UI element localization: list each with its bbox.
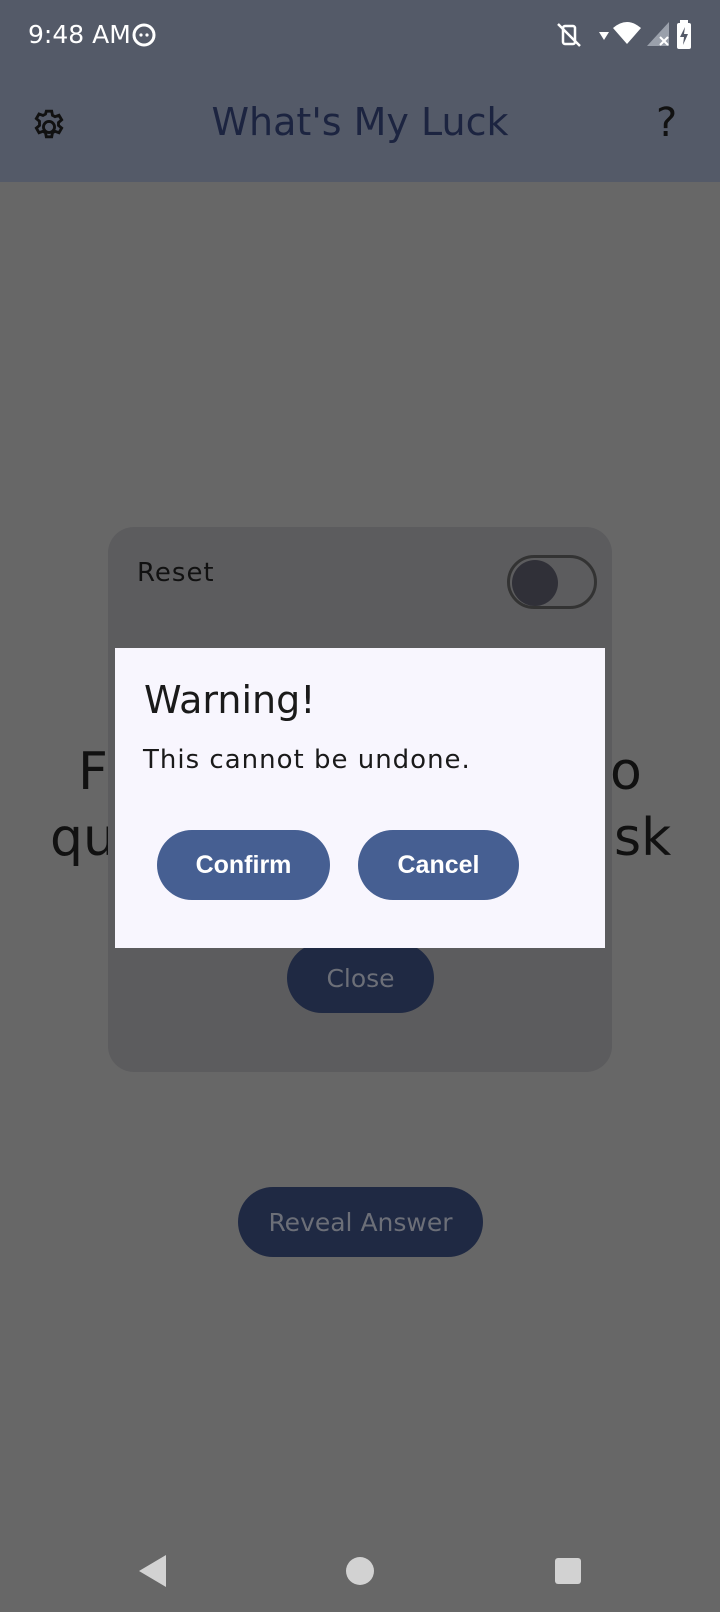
close-button[interactable]: Close <box>287 943 434 1013</box>
question-text-fragment: F <box>78 742 108 802</box>
home-icon[interactable] <box>345 1556 375 1586</box>
data-arrow-icon <box>599 32 609 40</box>
battery-charging-icon <box>677 20 691 49</box>
vibrate-off-icon <box>557 23 581 47</box>
status-time: 9:48 AM <box>28 20 131 49</box>
reveal-answer-button[interactable]: Reveal Answer <box>238 1187 483 1257</box>
recents-icon[interactable] <box>554 1557 582 1585</box>
question-text-fragment: qu <box>50 808 116 868</box>
help-button[interactable]: ? <box>656 100 677 146</box>
confirm-button[interactable]: Confirm <box>157 830 330 900</box>
face-notification-icon <box>132 23 156 47</box>
back-icon[interactable] <box>136 1553 170 1589</box>
cell-signal-icon <box>647 22 669 46</box>
dialog-message: This cannot be undone. <box>143 745 471 775</box>
reset-toggle-knob <box>512 560 558 606</box>
app-title: What's My Luck <box>211 100 509 144</box>
question-text-fragment: o <box>610 742 642 802</box>
dialog-title: Warning! <box>144 678 316 722</box>
question-text-fragment: sk <box>614 808 672 868</box>
wifi-icon <box>613 22 641 44</box>
cancel-button[interactable]: Cancel <box>358 830 519 900</box>
reset-label: Reset <box>137 558 215 588</box>
